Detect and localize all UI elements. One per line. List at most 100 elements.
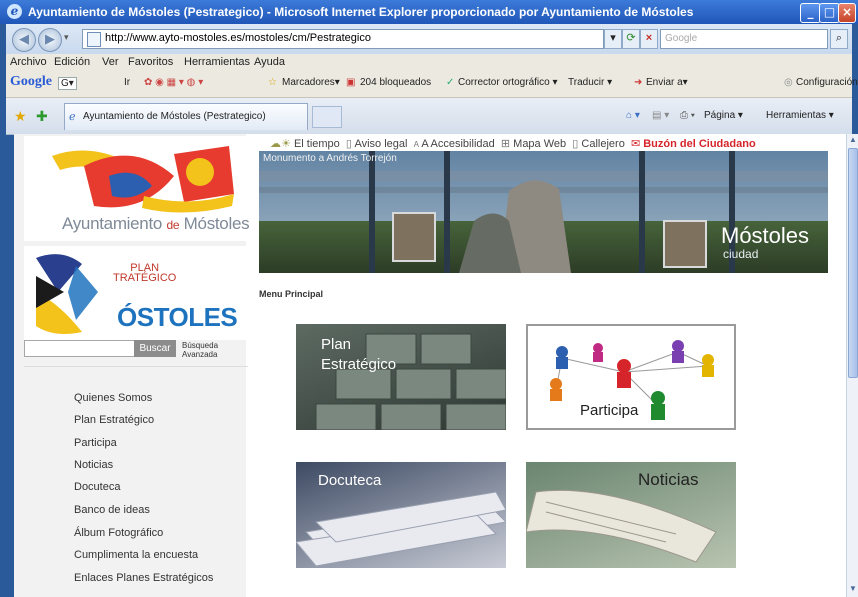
scroll-thumb[interactable] <box>848 148 858 378</box>
banner-caption: Monumento a Andrés Torrejón <box>263 153 397 164</box>
logo-text-ayuntamiento: Ayuntamiento <box>62 214 163 233</box>
menu-archivo[interactable]: Archivo <box>10 56 47 68</box>
advanced-search-link[interactable]: Búsqueda Avanzada <box>182 341 218 359</box>
window-title: Ayuntamiento de Móstoles (Pestrategico) … <box>28 5 694 19</box>
maximize-button[interactable]: □ <box>819 3 840 23</box>
minimize-button[interactable]: _ <box>800 3 821 23</box>
banner-city-sub: ciudad <box>723 247 759 261</box>
top-links: ☁☀ El tiempo ▯ Aviso legal A A Accesibil… <box>270 137 756 150</box>
menu-bar: Archivo Edición Ver Favoritos Herramient… <box>6 54 852 71</box>
ie-icon: e <box>7 4 22 19</box>
menu-herramientas[interactable]: Herramientas <box>184 56 250 68</box>
logo-caption: Ayuntamiento de Móstoles <box>62 214 250 234</box>
star-icon[interactable]: ☆ <box>268 77 277 88</box>
tile-participa-label: Participa <box>580 402 639 419</box>
translate-button[interactable]: Traducir ▾ <box>568 77 612 88</box>
print-icon[interactable]: ⎙ ▾ <box>680 110 695 121</box>
google-search-dropdown[interactable]: G▾ <box>58 77 77 90</box>
new-tab-button[interactable] <box>312 106 342 128</box>
address-bar[interactable]: http://www.ayto-mostoles.es/mostoles/cm/… <box>82 29 604 49</box>
newspaper-image <box>526 489 717 563</box>
menu-principal-heading: Menu Principal <box>259 289 324 299</box>
refresh-icon[interactable]: ⟳ <box>622 29 640 49</box>
tools-menu-button[interactable]: Herramientas ▾ <box>766 110 834 121</box>
search-button[interactable]: Buscar <box>134 340 176 357</box>
add-favorites-icon[interactable]: ✚ <box>36 108 48 125</box>
tile-noticias[interactable]: Noticias <box>526 462 736 568</box>
link-buzon-ciudadano[interactable]: Buzón del Ciudadano <box>643 138 755 150</box>
advanced-search-line1: Búsqueda <box>182 341 219 350</box>
google-toolbar: Google G▾ Ir ✿ ◉ ▦ ▾ ◍ ▾ ☆ Marcadores▾ ▣… <box>6 71 858 98</box>
nav-cumplimenta-encuesta[interactable]: Cumplimenta la encuesta <box>74 549 198 561</box>
tile-participa[interactable]: Participa <box>526 324 736 430</box>
feeds-icon[interactable]: ▤ ▾ <box>652 110 669 121</box>
close-button[interactable]: × <box>838 3 856 23</box>
sitemap-icon: ⊞ <box>500 138 511 150</box>
legal-icon: ▯ <box>345 138 352 150</box>
mailbox-icon: ✉ <box>630 138 641 150</box>
nav-participa[interactable]: Participa <box>74 437 117 449</box>
tile-plan-estrategico[interactable]: Plan Estratégico <box>296 324 506 430</box>
nav-enlaces-planes[interactable]: Enlaces Planes Estratégicos <box>74 572 213 584</box>
site-search-input[interactable] <box>24 340 136 357</box>
logo-text-de: de <box>166 218 180 232</box>
tab-title: Ayuntamiento de Móstoles (Pestrategico) <box>83 111 266 122</box>
marcadores-button[interactable]: Marcadores▾ <box>282 77 340 88</box>
history-dropdown-icon[interactable]: ▾ <box>64 32 69 43</box>
tile-docuteca[interactable]: Docuteca <box>296 462 506 568</box>
tab-active[interactable]: ℯ Ayuntamiento de Móstoles (Pestrategico… <box>64 103 308 130</box>
google-tools-icons[interactable]: ✿ ◉ ▦ ▾ ◍ ▾ <box>144 77 203 88</box>
link-callejero[interactable]: Callejero <box>581 138 624 150</box>
page-menu-button[interactable]: Página ▾ <box>704 110 743 121</box>
link-accesibilidad[interactable]: A Accesibilidad <box>421 138 494 150</box>
google-ir-button[interactable]: Ir <box>124 77 130 88</box>
favorites-star-icon[interactable]: ★ <box>14 108 27 125</box>
stop-icon[interactable]: × <box>640 29 658 49</box>
forward-button[interactable]: ▶ <box>38 28 62 52</box>
menu-ver[interactable]: Ver <box>102 56 119 68</box>
tab-ie-icon: ℯ <box>69 111 76 123</box>
menu-ayuda[interactable]: Ayuda <box>254 56 285 68</box>
search-placeholder: Google <box>665 33 698 44</box>
menu-favoritos[interactable]: Favoritos <box>128 56 173 68</box>
nav-docuteca[interactable]: Docuteca <box>74 481 120 493</box>
spellcheck-button[interactable]: Corrector ortográfico ▾ <box>458 77 558 88</box>
menu-edicion[interactable]: Edición <box>54 56 90 68</box>
popup-blocker-button[interactable]: 204 bloqueados <box>360 77 431 88</box>
live-search-input[interactable]: Google <box>660 29 828 49</box>
tile-plan-line1: Plan <box>321 336 352 353</box>
home-icon[interactable]: ⌂ ▾ <box>626 110 640 121</box>
send-to-button[interactable]: Enviar a▾ <box>646 77 688 88</box>
back-button[interactable]: ◀ <box>12 28 36 52</box>
plan-title-line2: TRATÉGICO <box>113 272 177 284</box>
weather-icon: ☁☀ <box>270 138 291 150</box>
header-banner: Monumento a Andrés Torrejón Móstoles ciu… <box>259 151 828 273</box>
scroll-up-icon[interactable]: ▲ <box>849 135 857 144</box>
link-tiempo[interactable]: El tiempo <box>294 138 340 150</box>
link-mapa-web[interactable]: Mapa Web <box>513 138 566 150</box>
nav-plan-estrategico[interactable]: Plan Estratégico <box>74 414 154 426</box>
link-aviso-legal[interactable]: Aviso legal <box>354 138 407 150</box>
popup-blocker-icon: ▣ <box>346 77 356 88</box>
address-dropdown-icon[interactable]: ▾ <box>604 29 622 49</box>
page-icon <box>87 32 101 47</box>
configuracion-button[interactable]: Configuración▾ <box>796 77 858 88</box>
tile-docuteca-label: Docuteca <box>318 472 382 489</box>
plan-city-name: ÓSTOLES <box>117 302 238 332</box>
accessibility-icon: A <box>413 140 419 149</box>
nav-banco-de-ideas[interactable]: Banco de ideas <box>74 504 150 516</box>
vertical-scrollbar[interactable]: ▲ ▼ <box>846 134 858 597</box>
advanced-search-line2: Avanzada <box>182 350 218 359</box>
logo-text-mostoles: Móstoles <box>183 214 250 233</box>
tile-noticias-label: Noticias <box>638 470 699 489</box>
scroll-down-icon[interactable]: ▼ <box>849 584 857 593</box>
nav-noticias[interactable]: Noticias <box>74 459 113 471</box>
search-go-icon[interactable]: ⌕ <box>830 29 848 49</box>
banner-city: Móstoles <box>721 223 810 248</box>
google-logo: Google <box>10 74 52 89</box>
sidebar-divider <box>24 366 248 367</box>
nav-album-fotografico[interactable]: Álbum Fotográfico <box>74 527 163 539</box>
spellcheck-icon: ✓ <box>446 77 455 88</box>
nav-quienes-somos[interactable]: Quienes Somos <box>74 392 152 404</box>
window-titlebar: e Ayuntamiento de Móstoles (Pestrategico… <box>0 0 858 24</box>
